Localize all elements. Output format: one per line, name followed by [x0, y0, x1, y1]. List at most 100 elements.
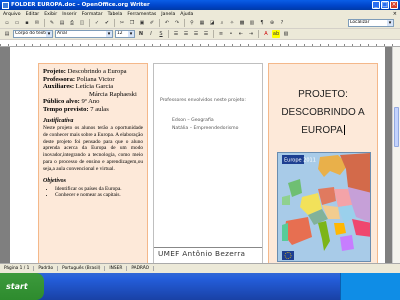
info-panel[interactable]: Projeto: Descobrindo a Europa Professora…	[38, 63, 148, 263]
menu-bar: Arquivo Editar Exibir Inserir Formatar T…	[0, 10, 400, 18]
italic-icon[interactable]: I	[147, 30, 155, 38]
teacher-edson: Edson – Geografia	[172, 118, 214, 123]
nonprinting-chars-icon[interactable]: ¶	[258, 19, 266, 27]
window-title: FOLDER EUROPA.doc - OpenOffice.org Write…	[11, 2, 150, 8]
vertical-scrollbar[interactable]	[392, 47, 400, 263]
spellcheck-icon[interactable]: ✓	[93, 19, 101, 27]
taskbar: start	[0, 273, 400, 300]
align-center-icon[interactable]: ☰	[182, 30, 190, 38]
print-icon[interactable]: ⎙	[68, 19, 76, 27]
new-document-icon[interactable]: ▫	[3, 19, 11, 27]
maximize-button[interactable]: □	[381, 1, 389, 9]
styles-formatting-icon[interactable]: ▤	[3, 30, 11, 38]
help-icon[interactable]: ?	[278, 19, 286, 27]
menu-janela[interactable]: Janela	[161, 12, 175, 17]
menu-inserir[interactable]: Inserir	[62, 12, 77, 17]
teachers-heading: Professores envolvidos neste projeto:	[160, 98, 246, 103]
standard-toolbar: ▫ ▭ ▪ ✉ ✎ ▤ ⎙ ◫ ✓ ✔ ✂ ❐ ▣ ✐ ↶ ↷ ⚲ ▦ ◪ ⌕ …	[0, 18, 400, 29]
toolbar-separator	[89, 19, 90, 27]
save-icon[interactable]: ▪	[23, 19, 31, 27]
menu-editar[interactable]: Editar	[26, 12, 40, 17]
writer-app-icon	[2, 1, 9, 9]
font-size-select[interactable]: 12	[115, 30, 135, 38]
svg-text:Europe 2011: Europe 2011	[284, 158, 316, 164]
hyperlink-icon[interactable]: ⚲	[188, 19, 196, 27]
data-sources-icon[interactable]: ▥	[248, 19, 256, 27]
font-name-select[interactable]: Arial	[55, 30, 113, 38]
cut-icon[interactable]: ✂	[118, 19, 126, 27]
toolbar-separator	[159, 19, 160, 27]
europe-map-image[interactable]: Europe 2011	[277, 152, 371, 262]
font-color-icon[interactable]: A	[262, 30, 270, 38]
title-bar: FOLDER EUROPA.doc - OpenOffice.org Write…	[0, 0, 400, 10]
document-close-icon[interactable]: ×	[393, 11, 397, 17]
text-cursor	[343, 125, 345, 136]
teacher-natalia: Natália – Empreendedorismo	[172, 126, 239, 131]
cover-panel[interactable]: PROJETO: DESCOBRINDO A EUROPA Europe 201…	[268, 63, 378, 263]
list-item: Conhecer e nomear as capitais.	[55, 192, 143, 199]
menu-arquivo[interactable]: Arquivo	[3, 12, 21, 17]
project-line: Projeto: Descobrindo a Europa	[43, 68, 127, 75]
status-bar: Página 1 / 1 Padrão Português (Brasil) I…	[0, 263, 400, 273]
export-pdf-icon[interactable]: ▤	[58, 19, 66, 27]
teachers-panel[interactable]: Professores envolvidos neste projeto: Ed…	[153, 63, 263, 263]
page-preview-icon[interactable]: ◫	[78, 19, 86, 27]
start-button[interactable]: start	[0, 273, 44, 300]
audience-line: Público alvo: 9º Ano	[43, 98, 100, 105]
menu-tabela[interactable]: Tabela	[108, 12, 123, 17]
increase-indent-icon[interactable]: ⇥	[247, 30, 255, 38]
decrease-indent-icon[interactable]: ⇤	[237, 30, 245, 38]
numbering-icon[interactable]: ≡	[217, 30, 225, 38]
table-icon[interactable]: ▦	[198, 19, 206, 27]
assistant-2-line: Márcia Raphaeski	[89, 90, 137, 98]
menu-formatar[interactable]: Formatar	[82, 12, 103, 17]
copy-icon[interactable]: ❐	[128, 19, 136, 27]
email-icon[interactable]: ✉	[33, 19, 41, 27]
document-page[interactable]: Projeto: Descobrindo a Europa Professora…	[10, 47, 385, 263]
menu-ajuda[interactable]: Ajuda	[180, 12, 193, 17]
toolbar-separator	[258, 30, 259, 38]
edit-file-icon[interactable]: ✎	[48, 19, 56, 27]
background-color-icon[interactable]: ▧	[282, 30, 290, 38]
show-draw-icon[interactable]: ◪	[208, 19, 216, 27]
zoom-icon[interactable]: ⊕	[268, 19, 276, 27]
formatting-toolbar: ▤ Corpo do texto Arial 12 N I S ☰ ☰ ☰ ☰ …	[0, 29, 400, 40]
cover-title: PROJETO: DESCOBRINDO A EUROPA	[281, 89, 365, 136]
align-left-icon[interactable]: ☰	[172, 30, 180, 38]
menu-exibir[interactable]: Exibir	[44, 12, 57, 17]
highlighting-icon[interactable]: ab	[272, 30, 280, 38]
redo-icon[interactable]: ↷	[173, 19, 181, 27]
align-right-icon[interactable]: ☰	[192, 30, 200, 38]
page-indicator: Página 1 / 1	[0, 266, 35, 271]
assistants-line: Auxiliares: Letícia Garcia	[43, 83, 114, 90]
justificativa-heading: Justificativa	[43, 118, 74, 124]
language-indicator: Português (Brasil)	[58, 266, 106, 271]
objetivos-list: Identificar os países da Europa. Conhece…	[55, 186, 143, 199]
open-folder-icon[interactable]: ▭	[13, 19, 21, 27]
toolbar-separator	[168, 30, 169, 38]
minimize-button[interactable]: _	[372, 1, 380, 9]
paste-icon[interactable]: ▣	[138, 19, 146, 27]
school-name: UMEF Antônio Bezerra	[154, 247, 262, 260]
gallery-icon[interactable]: ▩	[238, 19, 246, 27]
close-button[interactable]: ×	[390, 1, 398, 9]
justify-icon[interactable]: ☰	[202, 30, 210, 38]
document-area[interactable]: Projeto: Descobrindo a Europa Professora…	[0, 47, 392, 263]
scrollbar-thumb[interactable]	[394, 107, 399, 147]
insert-mode[interactable]: INSER	[105, 266, 128, 271]
find-replace-icon[interactable]: ⌕	[218, 19, 226, 27]
underline-icon[interactable]: S	[157, 30, 165, 38]
format-paintbrush-icon[interactable]: ✐	[148, 19, 156, 27]
bullets-icon[interactable]: •	[227, 30, 235, 38]
selection-mode[interactable]: PADRÃO	[127, 266, 154, 271]
navigator-icon[interactable]: ✧	[228, 19, 236, 27]
time-line: Tempo previsto: 7 aulas	[43, 105, 109, 113]
menu-ferramentas[interactable]: Ferramentas	[127, 12, 156, 17]
system-tray	[340, 273, 400, 300]
autospell-icon[interactable]: ✔	[103, 19, 111, 27]
paragraph-style-select[interactable]: Corpo do texto	[13, 30, 53, 38]
horizontal-ruler[interactable]	[0, 40, 400, 47]
undo-icon[interactable]: ↶	[163, 19, 171, 27]
find-field[interactable]: Localizar	[348, 19, 394, 27]
bold-icon[interactable]: N	[137, 30, 145, 38]
